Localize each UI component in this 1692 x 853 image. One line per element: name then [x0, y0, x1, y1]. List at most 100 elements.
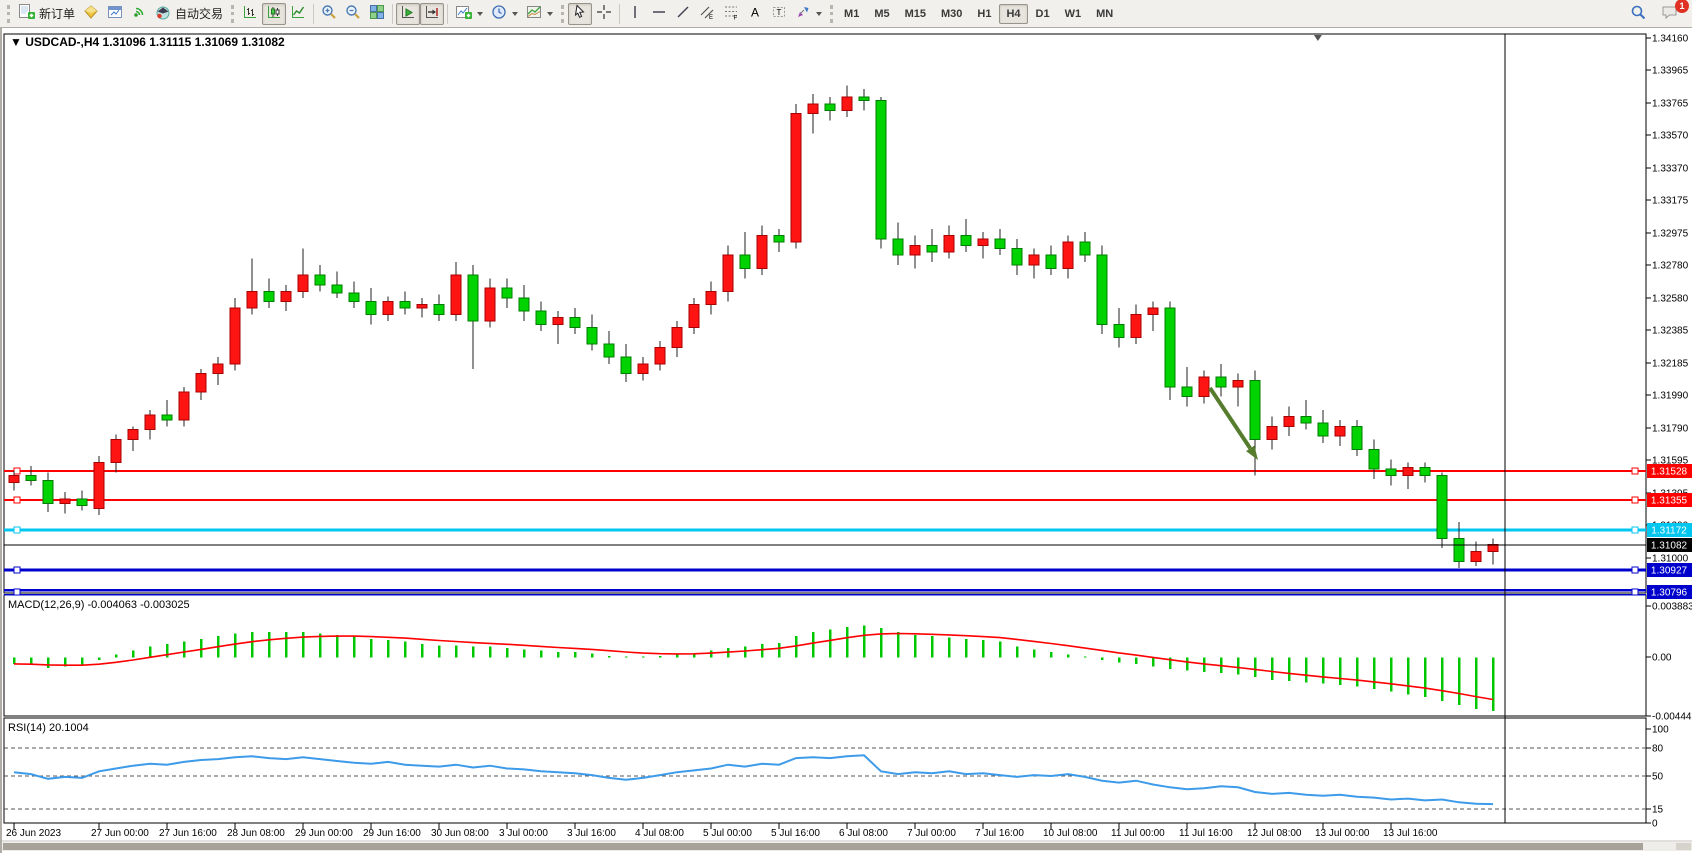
candle-body [1420, 467, 1430, 475]
candle-body [1182, 387, 1192, 397]
toolbar-separator [447, 4, 448, 24]
zoom-in-button[interactable] [317, 3, 341, 25]
candle-body [978, 239, 988, 246]
date-label: 29 Jun 16:00 [363, 828, 421, 839]
candle-body [145, 415, 155, 430]
candle-body [417, 305, 427, 308]
new-order-label: 新订单 [39, 5, 75, 22]
signals-button[interactable] [127, 3, 151, 25]
new-chart-button[interactable] [79, 3, 103, 25]
date-label: 13 Jul 00:00 [1315, 828, 1370, 839]
horizontal-line-1.31355[interactable] [4, 497, 1646, 503]
text-label-icon: T [771, 4, 787, 23]
svg-text:1.31355: 1.31355 [1651, 496, 1688, 507]
line-handle [14, 527, 20, 533]
line-chart-icon [290, 4, 306, 23]
timeframe-D1[interactable]: D1 [1029, 4, 1057, 24]
arrows-tool-button[interactable] [791, 3, 826, 25]
candle-body [1131, 314, 1141, 337]
candle-body [842, 97, 852, 110]
autotrade-button[interactable]: 自动交易 [151, 3, 227, 25]
svg-text:1.33175: 1.33175 [1652, 196, 1689, 207]
date-label: 27 Jun 00:00 [91, 828, 149, 839]
chart-canvas[interactable]: 1.341601.339651.337651.335701.333701.331… [2, 28, 1692, 853]
market-watch-button[interactable] [103, 3, 127, 25]
timeframe-M1[interactable]: M1 [837, 4, 866, 24]
toolbar-grip [7, 5, 10, 23]
timeframe-MN[interactable]: MN [1089, 4, 1120, 24]
candle-body [519, 298, 529, 311]
timeframe-M5[interactable]: M5 [867, 4, 896, 24]
periods-button[interactable] [487, 3, 522, 25]
candle-body [1097, 255, 1107, 324]
horizontal-line-1.31528[interactable] [4, 468, 1646, 474]
timeframe-H1[interactable]: H1 [970, 4, 998, 24]
svg-text:1.32580: 1.32580 [1652, 294, 1689, 305]
candle-body [128, 430, 138, 440]
candle-body [910, 245, 920, 255]
zoom-out-button[interactable] [341, 3, 365, 25]
tile-windows-button[interactable] [365, 3, 389, 25]
text-tool-button[interactable]: A [743, 3, 767, 25]
arrows-icon [795, 4, 811, 23]
timeframe-W1[interactable]: W1 [1058, 4, 1089, 24]
svg-text:1.33370: 1.33370 [1652, 164, 1689, 175]
line-handle [1632, 468, 1638, 474]
horizontal-line-1.30927[interactable] [4, 567, 1646, 573]
horizontal-line-1.31172[interactable] [4, 527, 1646, 533]
candle-body [536, 311, 546, 324]
notifications-button[interactable]: 1 [1657, 3, 1683, 25]
toolbar-grip [231, 5, 234, 23]
bar-chart-mode-button[interactable] [238, 3, 262, 25]
chart-shift-button[interactable] [420, 3, 444, 25]
text-label-tool-button[interactable]: T [767, 3, 791, 25]
svg-text:0.003883: 0.003883 [1652, 602, 1692, 613]
timeframe-H4[interactable]: H4 [999, 4, 1027, 24]
chevron-down-icon [477, 12, 483, 16]
candle-body [26, 476, 36, 481]
candle-body [349, 293, 359, 301]
timeframe-M15[interactable]: M15 [898, 4, 933, 24]
candle-body [1403, 467, 1413, 475]
auto-scroll-button[interactable] [396, 3, 420, 25]
autotrade-label: 自动交易 [175, 5, 223, 22]
horizontal-line-tool-button[interactable] [647, 3, 671, 25]
indicators-button[interactable] [451, 3, 487, 25]
candle-body [825, 104, 835, 111]
toolbar-separator [619, 4, 620, 24]
candle-body [808, 104, 818, 114]
date-label: 4 Jul 08:00 [635, 828, 684, 839]
templates-button[interactable] [522, 3, 557, 25]
svg-text:1.32185: 1.32185 [1652, 359, 1689, 370]
candle-body [723, 255, 733, 291]
candle-body [315, 275, 325, 285]
search-button[interactable] [1626, 3, 1651, 25]
date-label: 11 Jul 00:00 [1111, 828, 1165, 839]
crosshair-tool-button[interactable] [592, 3, 616, 25]
chart-shift-marker[interactable] [1314, 35, 1322, 41]
cursor-tool-button[interactable] [568, 3, 592, 25]
new-order-button[interactable]: 新订单 [14, 3, 79, 25]
svg-text:1.31172: 1.31172 [1651, 526, 1687, 537]
candle-body [434, 305, 444, 315]
candle-body [893, 239, 903, 255]
scrollbar-thumb[interactable] [3, 843, 1643, 850]
horizontal-line-1.30796[interactable] [4, 589, 1646, 595]
line-chart-mode-button[interactable] [286, 3, 310, 25]
equidistant-channel-tool-button[interactable]: E [695, 3, 719, 25]
line-handle [14, 567, 20, 573]
fibonacci-tool-button[interactable]: F [719, 3, 743, 25]
candle-body [1352, 426, 1362, 449]
fibonacci-icon: F [723, 4, 739, 23]
timeframe-M30[interactable]: M30 [934, 4, 969, 24]
chart-shift-icon [424, 4, 440, 23]
candle-body [264, 291, 274, 301]
vertical-line-tool-button[interactable] [623, 3, 647, 25]
bar-chart-icon [242, 4, 258, 23]
candle-body [485, 288, 495, 321]
trendline-tool-button[interactable] [671, 3, 695, 25]
candle-body [961, 235, 971, 245]
candle-body [1216, 377, 1226, 387]
annotation-arrow[interactable] [1210, 388, 1250, 448]
candlestick-mode-button[interactable] [262, 3, 286, 25]
